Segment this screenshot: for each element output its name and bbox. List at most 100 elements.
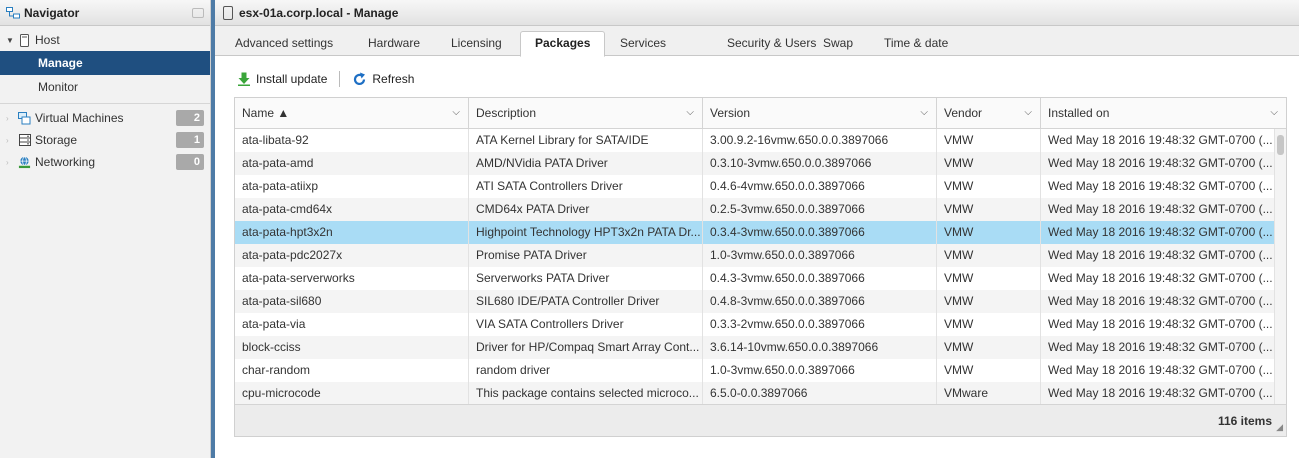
storage-icon <box>18 134 31 147</box>
column-header-label: Version <box>710 106 751 120</box>
vertical-scrollbar[interactable] <box>1275 129 1286 405</box>
column-header-label: Vendor <box>944 106 983 120</box>
nav-item-label: Storage <box>35 133 78 147</box>
item-count: 116 items <box>1217 414 1272 428</box>
cell-installed-on: Wed May 18 2016 19:48:32 GMT-0700 (... <box>1041 359 1275 382</box>
nav-networking[interactable]: › Networking 0 <box>0 151 210 173</box>
table-row[interactable]: ata-pata-atiixp ATI SATA Controllers Driv… <box>235 175 1275 198</box>
cell-version: 0.4.3-3vmw.650.0.0.3897066 <box>703 267 937 290</box>
cell-description: ATA Kernel Library for SATA/IDE <box>469 129 703 152</box>
cell-name: ata-libata-92 <box>235 129 469 152</box>
chevron-down-icon[interactable]: ⌵ <box>452 98 460 128</box>
table-row[interactable]: cpu-microcode This package contains selec… <box>235 382 1275 405</box>
host-icon <box>223 5 233 20</box>
table-row[interactable]: ata-pata-sil680 SIL680 IDE/PATA Controlle… <box>235 290 1275 313</box>
cell-installed-on: Wed May 18 2016 19:48:32 GMT-0700 (... <box>1041 244 1275 267</box>
nav-storage[interactable]: › Storage 1 <box>0 129 210 151</box>
cell-installed-on: Wed May 18 2016 19:48:32 GMT-0700 (... <box>1041 152 1275 175</box>
column-header-vendor[interactable]: Vendor ⌵ <box>937 98 1041 129</box>
host-icon <box>18 33 31 47</box>
expand-triangle-icon[interactable]: › <box>6 136 14 145</box>
chevron-down-icon[interactable]: ⌵ <box>920 98 928 128</box>
scrollbar-thumb[interactable] <box>1277 135 1284 155</box>
count-badge: 2 <box>176 110 204 126</box>
column-header-installed-on[interactable]: Installed on ⌵ <box>1041 98 1286 129</box>
cell-installed-on: Wed May 18 2016 19:48:32 GMT-0700 (... <box>1041 336 1275 359</box>
column-header-description[interactable]: Description ⌵ <box>469 98 703 129</box>
table-row[interactable]: ata-pata-hpt3x2n Highpoint Technology HPT… <box>235 221 1275 244</box>
cell-name: ata-pata-cmd64x <box>235 198 469 221</box>
table-row[interactable]: ata-libata-92 ATA Kernel Library for SATA… <box>235 129 1275 152</box>
table-row[interactable]: ata-pata-serverworks Serverworks PATA Dri… <box>235 267 1275 290</box>
resize-grip-icon[interactable]: ◢ <box>1276 422 1283 433</box>
nav-item-monitor[interactable]: Monitor <box>0 75 210 99</box>
cell-description: ATI SATA Controllers Driver <box>469 175 703 198</box>
cell-version: 1.0-3vmw.650.0.0.3897066 <box>703 244 937 267</box>
expand-triangle-icon[interactable]: › <box>6 158 14 167</box>
expand-triangle-icon[interactable]: ▼ <box>6 36 14 45</box>
table-row[interactable]: char-random random driver 1.0-3vmw.650.0.0… <box>235 359 1275 382</box>
expand-triangle-icon[interactable]: › <box>6 114 14 123</box>
cell-version: 0.2.5-3vmw.650.0.0.3897066 <box>703 198 937 221</box>
main-panel: esx-01a.corp.local - Manage Advanced set… <box>215 0 1299 458</box>
page-title: esx-01a.corp.local - Manage <box>239 5 399 20</box>
navigator-panel: Navigator ▼ Host Manage Monitor › Virtua… <box>0 0 211 458</box>
cell-vendor: VMW <box>937 336 1041 359</box>
cell-installed-on: Wed May 18 2016 19:48:32 GMT-0700 (... <box>1041 221 1275 244</box>
refresh-button[interactable]: Refresh <box>352 72 414 87</box>
cell-installed-on: Wed May 18 2016 19:48:32 GMT-0700 (... <box>1041 267 1275 290</box>
cell-description: Promise PATA Driver <box>469 244 703 267</box>
nav-item-manage[interactable]: Manage <box>0 51 210 75</box>
column-header-label: Description <box>476 106 537 120</box>
cell-installed-on: Wed May 18 2016 19:48:32 GMT-0700 (... <box>1041 198 1275 221</box>
cell-description: This package contains selected microco..… <box>469 382 703 405</box>
column-header-name[interactable]: Name ▲ ⌵ <box>235 98 469 129</box>
table-row[interactable]: ata-pata-cmd64x CMD64x PATA Driver 0.2.5-3… <box>235 198 1275 221</box>
cell-version: 1.0-3vmw.650.0.0.3897066 <box>703 359 937 382</box>
nav-virtual-machines[interactable]: › Virtual Machines 2 <box>0 107 210 129</box>
download-icon <box>238 72 250 86</box>
tab-licensing[interactable]: Licensing <box>451 32 502 56</box>
tab-services[interactable]: Services <box>620 32 666 56</box>
column-header-label: Installed on <box>1048 106 1110 120</box>
nav-host[interactable]: ▼ Host <box>0 29 210 51</box>
chevron-down-icon[interactable]: ⌵ <box>1270 98 1278 128</box>
cell-installed-on: Wed May 18 2016 19:48:32 GMT-0700 (... <box>1041 313 1275 336</box>
cell-version: 0.3.3-2vmw.650.0.0.3897066 <box>703 313 937 336</box>
tab-advanced-settings[interactable]: Advanced settings <box>235 32 333 56</box>
cell-vendor: VMW <box>937 267 1041 290</box>
cell-vendor: VMW <box>937 152 1041 175</box>
tab-security-users[interactable]: Security & Users <box>727 32 816 56</box>
chevron-down-icon[interactable]: ⌵ <box>686 98 694 128</box>
table-row[interactable]: ata-pata-via VIA SATA Controllers Driver 0… <box>235 313 1275 336</box>
cell-name: char-random <box>235 359 469 382</box>
cell-name: ata-pata-serverworks <box>235 267 469 290</box>
navigator-header: Navigator <box>0 0 210 26</box>
tab-time-date[interactable]: Time & date <box>884 32 948 56</box>
cell-vendor: VMW <box>937 290 1041 313</box>
tab-swap[interactable]: Swap <box>823 32 853 56</box>
count-badge: 1 <box>176 132 204 148</box>
table-row[interactable]: ata-pata-pdc2027x Promise PATA Driver 1.0-… <box>235 244 1275 267</box>
cell-description: SIL680 IDE/PATA Controller Driver <box>469 290 703 313</box>
install-update-button[interactable]: Install update <box>237 72 327 86</box>
refresh-label: Refresh <box>372 72 415 86</box>
main-header: esx-01a.corp.local - Manage <box>215 0 1299 26</box>
navigator-icon <box>6 6 20 18</box>
navigator-title: Navigator <box>24 5 80 20</box>
table-row[interactable]: block-cciss Driver for HP/Compaq Smart Ar… <box>235 336 1275 359</box>
column-header-version[interactable]: Version ⌵ <box>703 98 937 129</box>
cell-installed-on: Wed May 18 2016 19:48:32 GMT-0700 (... <box>1041 129 1275 152</box>
cell-name: ata-pata-amd <box>235 152 469 175</box>
minimize-icon[interactable] <box>192 7 204 18</box>
tab-packages[interactable]: Packages <box>520 31 606 57</box>
toolbar: Install update Refresh <box>237 68 414 90</box>
cell-name: cpu-microcode <box>235 382 469 405</box>
cell-vendor: VMware <box>937 382 1041 405</box>
chevron-down-icon[interactable]: ⌵ <box>1024 98 1032 128</box>
cell-description: CMD64x PATA Driver <box>469 198 703 221</box>
vm-icon <box>18 111 31 125</box>
tab-hardware[interactable]: Hardware <box>368 32 420 56</box>
column-header-label: Name ▲ <box>242 106 290 120</box>
table-row[interactable]: ata-pata-amd AMD/NVidia PATA Driver 0.3.10… <box>235 152 1275 175</box>
